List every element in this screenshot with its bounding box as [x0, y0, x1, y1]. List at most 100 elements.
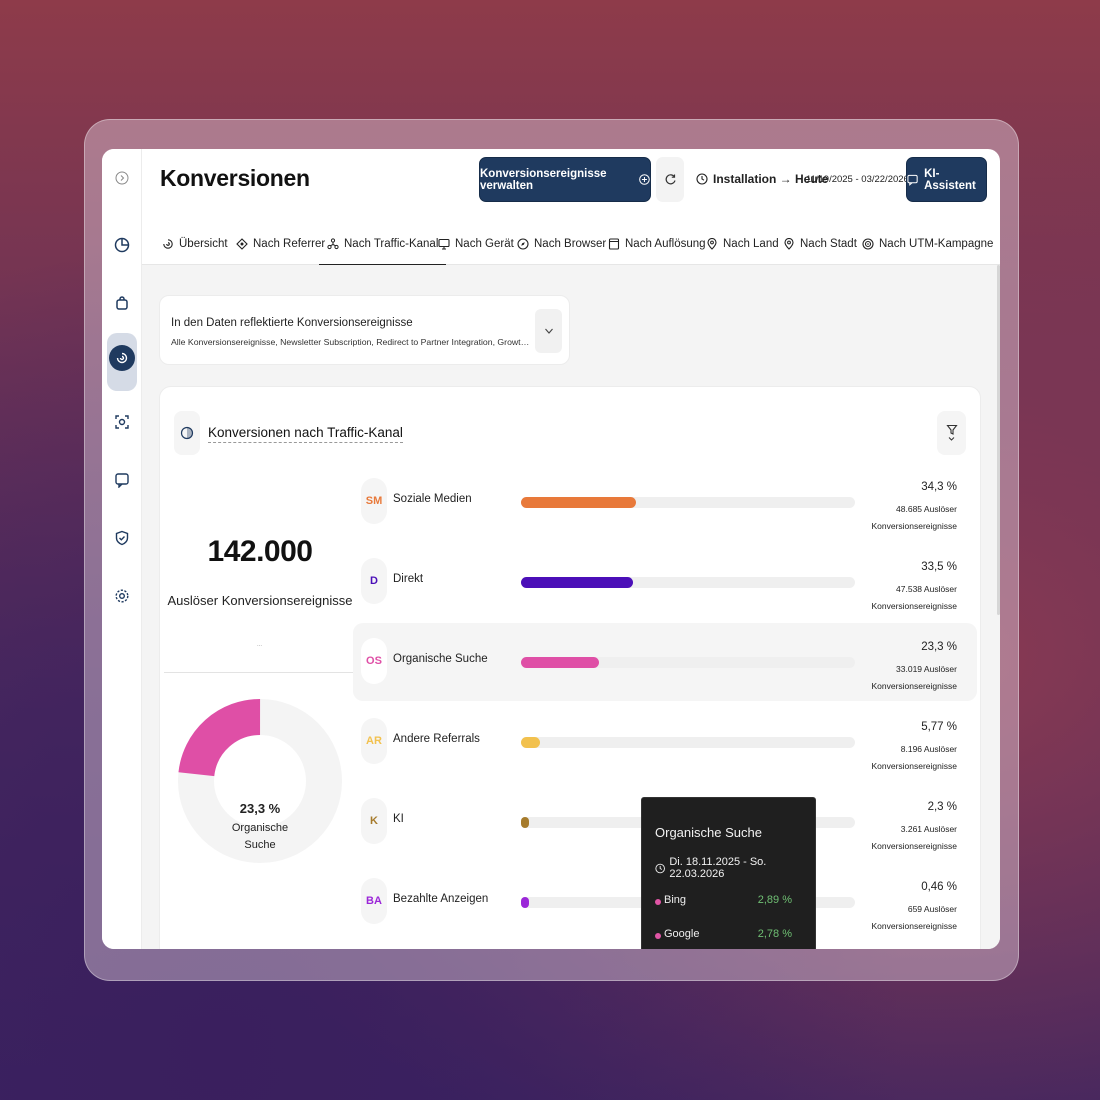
divider — [164, 672, 354, 673]
channel-unit: Konversionsereignisse — [871, 681, 957, 691]
tab-by-resolution[interactable]: Nach Auflösung — [608, 223, 706, 265]
channel-count: 33.019 Auslöser — [896, 664, 957, 674]
refresh-icon — [665, 174, 676, 185]
channel-badge: K — [361, 798, 387, 844]
tab-label: Nach Browser — [534, 238, 607, 250]
referrer-icon — [236, 238, 248, 250]
tooltip-item-value: 2,89 % — [757, 894, 792, 906]
page-title: Konversionen — [160, 165, 310, 191]
channel-row[interactable]: AR Andere Referrals 5,77 % 8.196 Auslöser Ko… — [353, 703, 977, 781]
tab-label: Nach UTM-Kampagne — [879, 238, 994, 250]
tiny-mark: ... — [257, 642, 263, 648]
sidebar-item-conversions[interactable] — [109, 345, 135, 371]
tab-by-utm-campaign[interactable]: Nach UTM-Kampagne — [862, 223, 993, 265]
chat-icon — [115, 473, 129, 488]
manage-conversions-label: Konversionsereignisse verwalten — [480, 167, 607, 192]
total-conversions-label: Auslöser Konversionsereignisse — [167, 593, 353, 608]
chevron-down-icon — [948, 437, 955, 441]
tab-by-browser[interactable]: Nach Browser — [517, 223, 606, 265]
channel-count: 3.261 Auslöser — [900, 824, 957, 834]
channel-unit: Konversionsereignisse — [871, 761, 957, 771]
sidebar-item-settings[interactable] — [111, 585, 133, 607]
channel-percent: 23,3 % — [921, 641, 957, 653]
channel-row[interactable]: SM Soziale Medien 34,3 % 48.685 Auslöser Kon… — [353, 463, 977, 541]
tooltip-item-name: Bing — [664, 894, 687, 906]
refresh-button[interactable] — [656, 157, 684, 202]
tab-label: Nach Traffic-Kanal — [344, 237, 439, 250]
channel-percent: 5,77 % — [921, 721, 957, 733]
card-title[interactable]: Konversionen nach Traffic-Kanal — [208, 425, 403, 443]
tab-by-city[interactable]: Nach Stadt — [783, 223, 857, 265]
chevron-down-icon — [544, 328, 553, 334]
tooltip-item: Bing 2,89 % — [655, 894, 805, 910]
channel-name: Soziale Medien — [393, 493, 472, 505]
ai-assistant-button[interactable]: KI-Assistent — [906, 157, 987, 202]
tooltip-item: Google 2,78 % — [655, 928, 805, 944]
spiral-icon — [163, 239, 173, 249]
channel-badge: AR — [361, 718, 387, 764]
collapse-sidebar-icon[interactable] — [111, 167, 133, 189]
tooltip-item-name: Google — [664, 928, 700, 940]
card-filter-button[interactable] — [937, 411, 966, 455]
channel-bar-track — [521, 497, 855, 508]
date-range-picker[interactable]: 11/19/2025 - 03/22/2026 — [806, 174, 919, 185]
chat-bubble-icon — [907, 174, 918, 186]
channels-icon — [327, 237, 339, 249]
tab-label: Nach Stadt — [800, 238, 857, 250]
tab-label: Übersicht — [179, 238, 228, 250]
tooltip-date: Di. 18.11.2025 - So. 22.03.2026 — [655, 856, 815, 880]
sidebar-item-dashboard[interactable] — [111, 234, 133, 256]
tab-by-country[interactable]: Nach Land — [706, 223, 779, 265]
tab-overview[interactable]: Übersicht — [162, 223, 228, 265]
sidebar-item-shop[interactable] — [111, 292, 133, 314]
channel-unit: Konversionsereignisse — [871, 601, 957, 611]
sidebar-item-feedback[interactable] — [111, 469, 133, 491]
tooltip-item-value: 2,78 % — [757, 928, 792, 940]
channel-unit: Konversionsereignisse — [871, 521, 957, 531]
channel-tooltip: Organische Suche Di. 18.11.2025 - So. 22… — [641, 797, 816, 949]
channel-row[interactable]: D Direkt 33,5 % 47.538 Auslöser Konversionse… — [353, 543, 977, 621]
tooltip-date-text: Di. 18.11.2025 - So. 22.03.2026 — [669, 856, 767, 880]
channel-bar-track — [521, 657, 855, 668]
tab-label: Nach Referrer — [253, 238, 326, 250]
donut-pct: 23,3 % — [239, 801, 281, 816]
tab-bar: Übersicht Nach Referrer Nach Traffic-Kan… — [142, 223, 1000, 265]
tooltip-dot — [655, 899, 661, 905]
sidebar-item-privacy[interactable] — [111, 527, 133, 549]
channel-bar — [521, 817, 529, 828]
channel-percent: 2,3 % — [927, 801, 957, 813]
tab-by-traffic-channel[interactable]: Nach Traffic-Kanal — [319, 223, 447, 265]
traffic-channel-card: Konversionen nach Traffic-Kanal 142.000 … — [159, 386, 981, 949]
channel-count: 47.538 Auslöser — [896, 584, 957, 594]
bag-icon — [116, 296, 128, 310]
target-icon — [862, 238, 874, 250]
spiral-icon — [116, 352, 128, 364]
channel-name: Andere Referrals — [393, 733, 480, 745]
channel-name: KI — [393, 813, 404, 825]
scrollbar[interactable] — [997, 265, 1000, 615]
location-icon — [784, 238, 794, 250]
tab-label: Nach Land — [723, 238, 779, 250]
filter-dropdown-button[interactable] — [535, 309, 562, 353]
channel-percent: 33,5 % — [921, 561, 957, 573]
monitor-icon — [438, 238, 450, 250]
plus-circle-icon — [639, 174, 650, 185]
resolution-icon — [608, 238, 620, 250]
channel-name: Bezahlte Anzeigen — [393, 893, 489, 905]
clock-icon — [655, 863, 665, 873]
filter-selected-events: Alle Konversionsereignisse, Newsletter S… — [171, 337, 531, 347]
channel-unit: Konversionsereignisse — [871, 841, 957, 851]
tab-by-device[interactable]: Nach Gerät — [438, 223, 514, 265]
sidebar-item-focus[interactable] — [111, 411, 133, 433]
app-window: Konversionen Konversionsereignisse verwa… — [102, 149, 1000, 949]
total-conversions-value: 142.000 — [207, 535, 313, 568]
channel-bar — [521, 577, 633, 588]
funnel-icon — [945, 424, 958, 435]
tab-by-referrer[interactable]: Nach Referrer — [236, 223, 325, 265]
conversion-events-filter[interactable]: In den Daten reflektierte Konversionsere… — [159, 295, 570, 365]
channel-row[interactable]: OS Organische Suche 23,3 % 33.019 Auslöser K… — [353, 623, 977, 701]
focus-icon — [115, 415, 129, 429]
gauge-icon — [180, 426, 194, 440]
manage-conversions-button[interactable]: Konversionsereignisse verwalten — [479, 157, 651, 202]
channel-percent: 34,3 % — [921, 481, 957, 493]
